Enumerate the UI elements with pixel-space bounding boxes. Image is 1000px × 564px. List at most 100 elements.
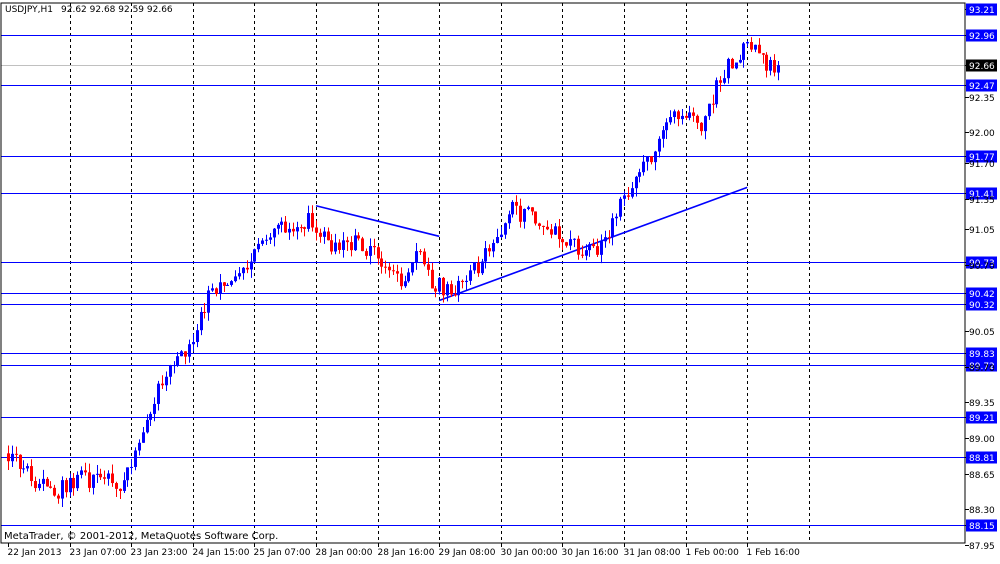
candle-body: [777, 65, 780, 73]
candle-body: [373, 246, 376, 248]
candle-body: [500, 234, 503, 238]
candle-body: [700, 122, 703, 132]
copyright-label: MetaTrader, © 2001-2012, MetaQuotes Soft…: [4, 531, 278, 542]
candle-body: [465, 280, 468, 283]
candle-body: [96, 473, 99, 475]
candle-body: [184, 351, 187, 357]
candle-body: [357, 235, 360, 239]
candle-body: [203, 311, 206, 313]
candle-body: [334, 242, 337, 252]
candle-body: [288, 228, 291, 233]
candle-body: [57, 495, 60, 499]
candle-body: [215, 288, 218, 294]
candle-body: [642, 161, 645, 173]
candle-body: [558, 226, 561, 240]
y-tick-label: 89.70: [969, 364, 995, 374]
candle-body: [15, 453, 18, 455]
symbol-label: USDJPY,H1: [5, 5, 53, 15]
chart-canvas[interactable]: 93.2192.9692.6692.4792.3592.0091.7791.70…: [0, 0, 1000, 560]
candle-body: [592, 244, 595, 247]
y-tick-label: 88.30: [969, 506, 995, 516]
candle-body: [638, 172, 641, 177]
y-tick-label: 89.35: [969, 399, 995, 409]
candle-body: [477, 262, 480, 274]
candle-body: [457, 280, 460, 296]
candle-body: [538, 223, 541, 226]
y-tick-label: 89.83: [969, 350, 995, 360]
candle-body: [257, 243, 260, 250]
candle-body: [504, 223, 507, 235]
plot-background: [0, 0, 1000, 560]
candle-body: [211, 288, 214, 291]
candle-body: [99, 473, 102, 478]
candle-body: [126, 467, 129, 481]
candle-body: [704, 116, 707, 132]
candle-body: [481, 261, 484, 274]
candle-body: [519, 205, 522, 222]
candle-body: [42, 478, 45, 484]
price-chart[interactable]: 93.21 92.96 92.66 92.47 92.35 92.00 91.77 91.70…: [0, 0, 1000, 560]
candle-body: [492, 242, 495, 252]
candle-body: [750, 42, 753, 50]
y-tick-label: 88.15: [969, 522, 995, 532]
candle-body: [677, 111, 680, 120]
candle-body: [723, 78, 726, 83]
candle-body: [554, 226, 557, 235]
candle-body: [346, 240, 349, 243]
candle-body: [269, 237, 272, 240]
candle-body: [550, 229, 553, 235]
candle-body: [515, 201, 518, 206]
candle-body: [130, 466, 133, 468]
candle-body: [377, 247, 380, 259]
candle-body: [739, 59, 742, 63]
candle-body: [715, 80, 718, 105]
candle-body: [196, 330, 199, 343]
candle-body: [565, 242, 568, 246]
candle-body: [623, 195, 626, 199]
candle-body: [338, 242, 341, 250]
y-tick-label: 88.81: [969, 454, 995, 464]
candle-body: [608, 237, 611, 239]
candle-body: [581, 254, 584, 256]
candle-body: [523, 208, 526, 222]
candle-body: [92, 474, 95, 488]
candle-body: [280, 221, 283, 225]
candle-body: [284, 221, 287, 233]
candle-body: [431, 269, 434, 289]
candle-body: [207, 290, 210, 313]
candle-body: [450, 284, 453, 295]
candle-body: [169, 365, 172, 377]
candle-body: [754, 44, 757, 50]
candle-body: [681, 115, 684, 120]
y-tick-label: 91.35: [969, 196, 995, 206]
candle-body: [731, 58, 734, 69]
candle-body: [646, 156, 649, 162]
candle-body: [142, 432, 145, 443]
candle-body: [296, 227, 299, 232]
candle-body: [762, 53, 765, 55]
candle-body: [696, 115, 699, 123]
candle-body: [746, 42, 749, 44]
y-tick-label: 91.70: [969, 160, 995, 170]
candle-body: [404, 281, 407, 287]
candle-body: [411, 262, 414, 273]
candle-body: [53, 487, 56, 496]
candle-body: [342, 240, 345, 250]
candle-body: [773, 60, 776, 73]
candle-body: [534, 211, 537, 224]
candle-body: [149, 413, 152, 420]
candle-body: [496, 237, 499, 243]
candle-body: [619, 198, 622, 217]
candle-body: [22, 468, 25, 470]
candle-body: [72, 477, 75, 489]
candle-body: [392, 270, 395, 272]
candle-body: [76, 474, 79, 489]
candle-body: [7, 453, 10, 462]
candle-body: [242, 267, 245, 274]
candle-body: [330, 240, 333, 252]
candle-body: [69, 477, 72, 493]
candle-body: [735, 62, 738, 69]
candle-body: [238, 273, 241, 277]
candle-body: [146, 419, 149, 433]
x-tick-label: 30 Jan 16:00: [562, 548, 619, 558]
